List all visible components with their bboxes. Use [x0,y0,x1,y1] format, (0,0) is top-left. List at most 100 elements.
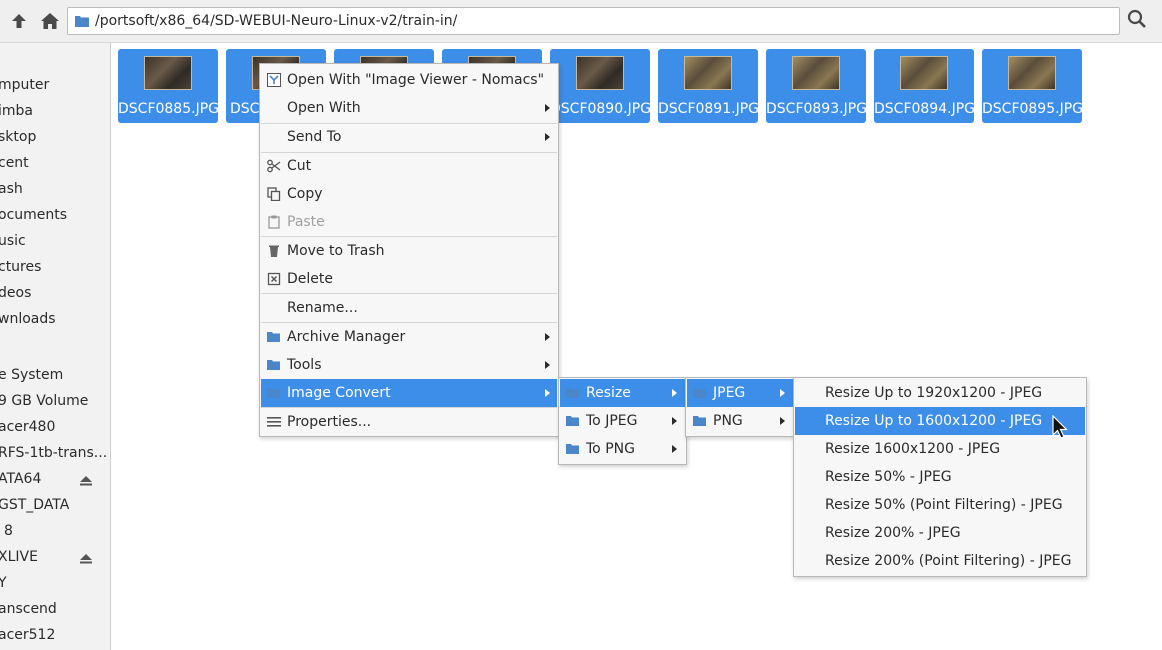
image-thumbnail [144,56,192,90]
folder-icon [267,360,280,370]
file-name: DSCF0890.JPG [550,101,651,117]
file-item[interactable]: DSCF0894.JPG [874,49,975,123]
folder-icon [267,388,280,398]
chevron-right-icon [545,389,550,397]
folder-icon [693,388,706,398]
menu-move-to-trash[interactable]: Move to Trash [261,237,557,265]
folder-icon [693,416,706,426]
sidebar-item-trash[interactable]: ash [0,176,23,202]
sidebar-item-desktop[interactable]: sktop [0,124,36,150]
menu-image-convert[interactable]: Image Convert [261,379,557,407]
chevron-right-icon [545,104,550,112]
sidebar-item-fxlive[interactable]: XLIVE [0,544,38,570]
sidebar: mputer imba sktop cent ash ocuments usic… [0,43,111,650]
sidebar-item-videos[interactable]: deos [0,280,31,306]
menu-resize-png[interactable]: PNG [687,407,793,435]
list-icon [267,417,281,427]
menu-resize-50[interactable]: Resize 50% - JPEG [795,463,1085,491]
image-thumbnail [576,56,624,90]
sidebar-item-gst-data[interactable]: GST_DATA [0,492,69,518]
up-arrow-icon[interactable] [7,9,31,33]
file-name: DSCF0895.JPG [982,101,1083,117]
toolbar: /portsoft/x86_64/SD-WEBUI-Neuro-Linux-v2… [0,0,1162,43]
sidebar-item-9gb-volume[interactable]: 9 GB Volume [0,388,88,414]
sidebar-item-recent[interactable]: cent [0,150,29,176]
menu-delete[interactable]: Delete [261,265,557,293]
file-item[interactable]: DSCF0895.JPG [982,49,1083,123]
folder-icon [566,388,579,398]
image-thumbnail [792,56,840,90]
location-path[interactable]: /portsoft/x86_64/SD-WEBUI-Neuro-Linux-v2… [95,13,457,29]
menu-resize-1600x1200[interactable]: Resize 1600x1200 - JPEG [795,435,1085,463]
chevron-right-icon [545,333,550,341]
jpeg-resize-submenu: Resize Up to 1920x1200 - JPEG Resize Up … [793,377,1087,577]
mouse-cursor-icon [1052,415,1068,439]
chevron-right-icon [672,417,677,425]
file-name: DSCF0894.JPG [874,101,975,117]
file-name: DSCF0885.JPG [118,101,219,117]
menu-resize-up-1600x1200[interactable]: Resize Up to 1600x1200 - JPEG [795,407,1085,435]
sidebar-item-y[interactable]: Y [0,570,7,596]
image-thumbnail [900,56,948,90]
sidebar-item-documents[interactable]: ocuments [0,202,67,228]
menu-archive-manager[interactable]: Archive Manager [261,323,557,351]
delete-icon [267,272,281,286]
chevron-right-icon [545,133,550,141]
sidebar-item-downloads[interactable]: wnloads [0,306,56,332]
file-item[interactable]: DSCF0893.JPG [766,49,867,123]
sidebar-item-acer480[interactable]: acer480 [0,414,55,440]
menu-resize-200-point[interactable]: Resize 200% (Point Filtering) - JPEG [795,547,1085,575]
menu-rename[interactable]: Rename... [261,294,557,322]
chevron-right-icon [780,389,785,397]
location-bar[interactable]: /portsoft/x86_64/SD-WEBUI-Neuro-Linux-v2… [67,7,1120,35]
menu-properties[interactable]: Properties... [261,408,557,436]
image-convert-submenu: Resize To JPEG To PNG [558,377,687,465]
sidebar-item-samba[interactable]: imba [0,98,33,124]
menu-resize-up-1920x1200[interactable]: Resize Up to 1920x1200 - JPEG [795,379,1085,407]
sidebar-item-computer[interactable]: mputer [0,72,49,98]
sidebar-item-data64[interactable]: ATA64 [0,466,41,492]
menu-send-to[interactable]: Send To [261,123,557,151]
image-thumbnail [1008,56,1056,90]
image-viewer-icon [267,73,281,87]
menu-resize-200[interactable]: Resize 200% - JPEG [795,519,1085,547]
folder-icon [566,444,579,454]
home-icon[interactable] [38,9,62,33]
menu-resize-50-point[interactable]: Resize 50% (Point Filtering) - JPEG [795,491,1085,519]
sidebar-item-pictures[interactable]: ctures [0,254,41,280]
resize-submenu: JPEG PNG [685,377,795,437]
menu-paste: Paste [261,208,557,236]
folder-icon [75,16,89,27]
chevron-right-icon [672,445,677,453]
context-menu: Open With "Image Viewer - Nomacs" Open W… [259,63,559,437]
sidebar-item-transcend[interactable]: anscend [0,596,57,622]
menu-to-jpeg[interactable]: To JPEG [560,407,685,435]
menu-resize-jpeg[interactable]: JPEG [687,379,793,407]
menu-copy[interactable]: Copy [261,180,557,208]
file-name: DSCF0891.JPG [658,101,759,117]
chevron-right-icon [780,417,785,425]
sidebar-item-btrfs[interactable]: RFS-1tb-trans... [0,440,107,466]
menu-open-with[interactable]: Open With [261,94,557,122]
file-item[interactable]: DSCF0891.JPG [658,49,759,123]
file-item[interactable]: DSCF0890.JPG [550,49,651,123]
menu-tools[interactable]: Tools [261,351,557,379]
eject-icon[interactable] [80,474,92,486]
menu-resize[interactable]: Resize [560,379,685,407]
file-item[interactable]: DSCF0885.JPG [118,49,219,123]
folder-icon [267,332,280,342]
scissors-icon [267,159,281,173]
trash-icon [269,245,279,257]
menu-to-png[interactable]: To PNG [560,435,685,463]
sidebar-item-8[interactable]: 8 [4,518,13,544]
folder-icon [566,416,579,426]
sidebar-item-music[interactable]: usic [0,228,26,254]
sidebar-item-acer512[interactable]: acer512 [0,622,55,648]
menu-cut[interactable]: Cut [261,152,557,180]
image-thumbnail [684,56,732,90]
menu-open-with-nomacs[interactable]: Open With "Image Viewer - Nomacs" [261,66,557,94]
eject-icon[interactable] [80,552,92,564]
search-icon[interactable] [1127,9,1151,33]
sidebar-item-file-system[interactable]: e System [0,362,63,388]
chevron-right-icon [545,361,550,369]
